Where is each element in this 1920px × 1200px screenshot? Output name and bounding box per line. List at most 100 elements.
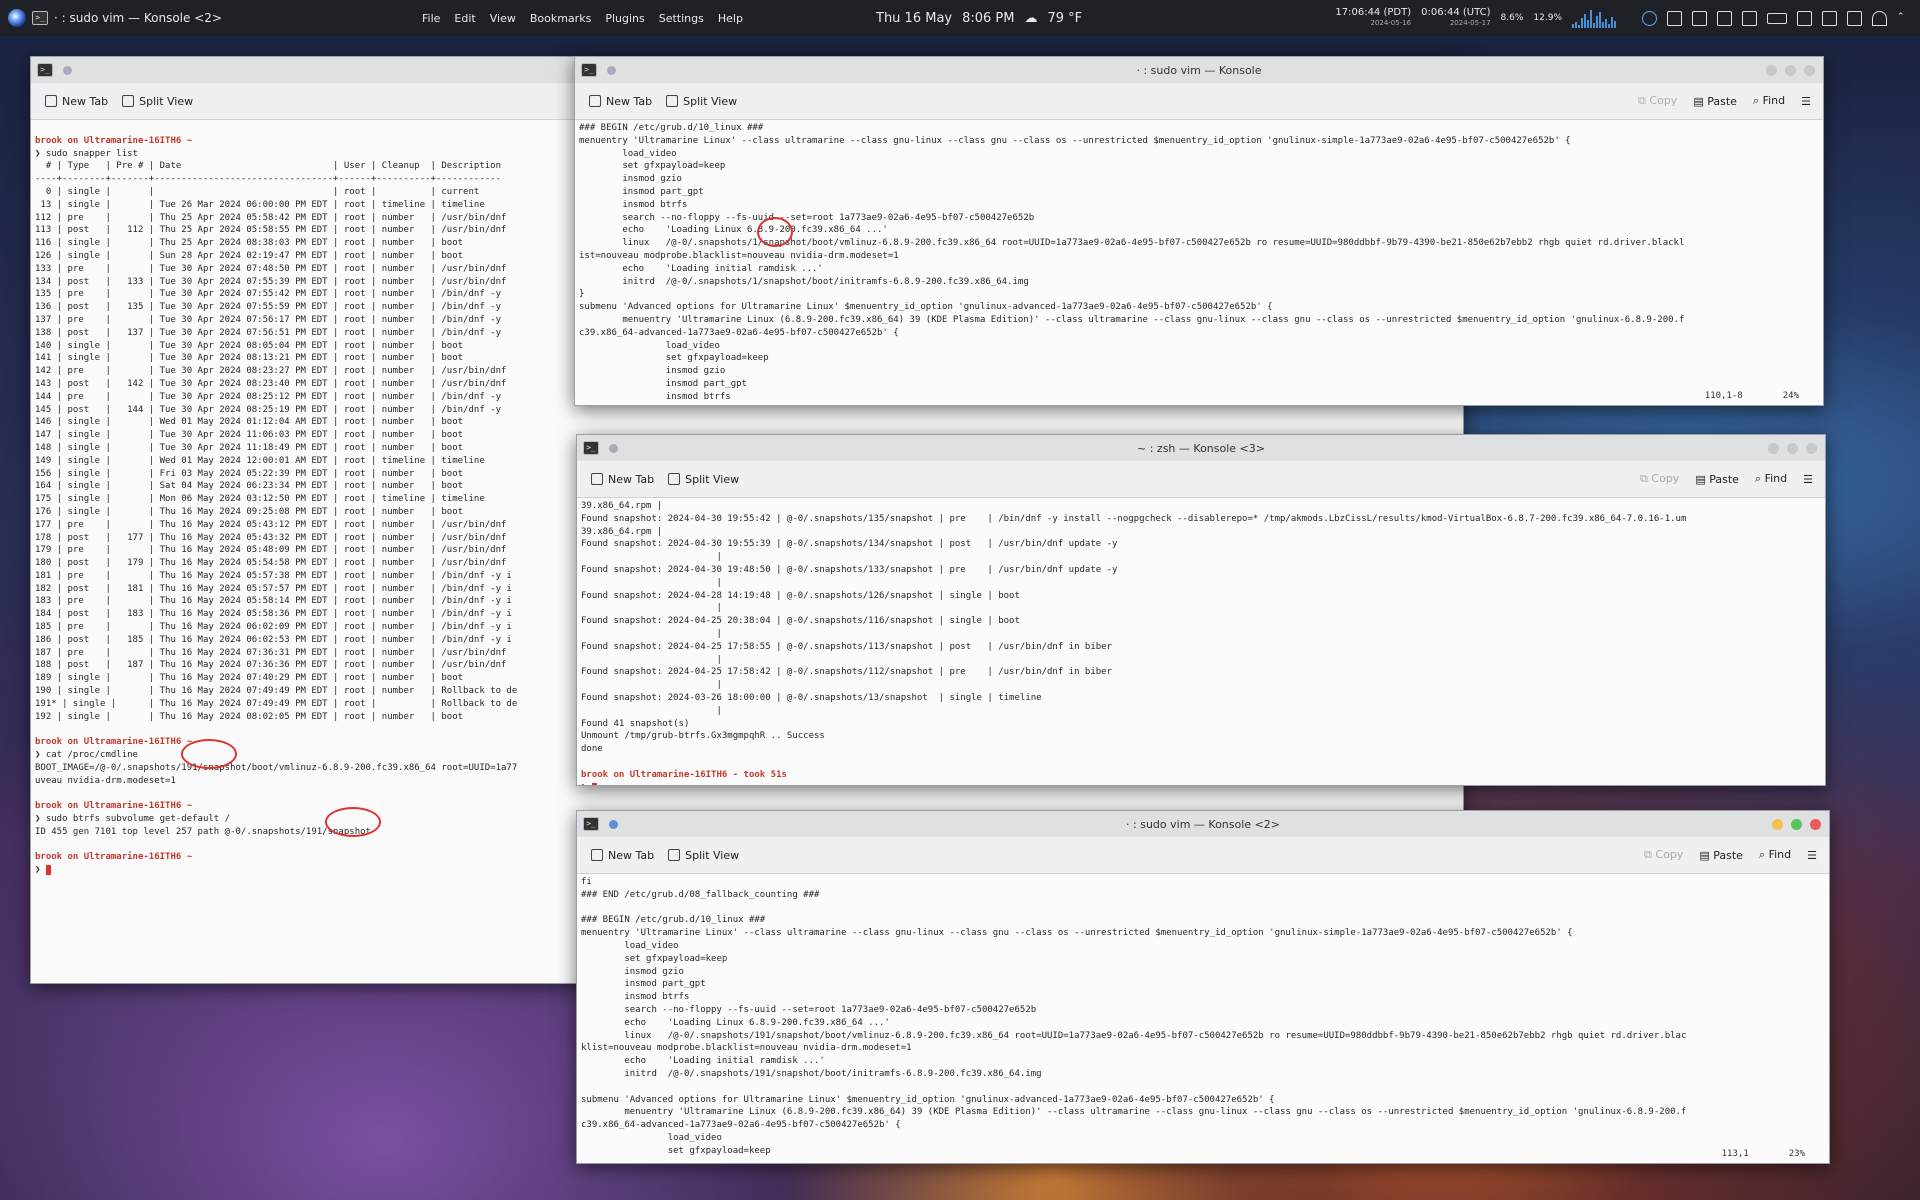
terminal-line: ### BEGIN /etc/grub.d/10_linux ### [579,123,764,133]
split-view-button[interactable]: Split View [668,849,739,862]
find-button[interactable]: ⌕ Find [1753,94,1785,108]
menu-plugins[interactable]: Plugins [605,12,644,25]
scroll-percent: 23% [1788,1149,1805,1159]
terminal-line: insmod btrfs [581,992,690,1003]
window-controls [1772,818,1821,830]
split-view-button[interactable]: Split View [668,473,739,486]
find-button[interactable]: ⌕ Find [1755,472,1787,486]
split-view-button[interactable]: Split View [122,95,193,108]
terminal-line: } [579,289,585,300]
maximize-button[interactable] [1785,64,1796,76]
titlebar[interactable]: >_ ~ : zsh — Konsole <3> [577,435,1825,461]
terminal-line: submenu 'Advanced options for Ultramarin… [581,1094,1275,1105]
toolbar: New Tab Split View ⧉ Copy ▤ Paste ⌕ Find… [575,83,1823,120]
paste-button[interactable]: ▤ Paste [1693,95,1737,108]
titlebar[interactable]: >_ · : sudo vim — Konsole [575,57,1823,83]
paste-button[interactable]: ▤ Paste [1695,473,1739,486]
window-controls [1768,442,1817,454]
menu-file[interactable]: File [422,12,440,25]
terminal-line: load_video [581,940,679,951]
copy-label: Copy [1651,472,1680,485]
terminal-line: | [581,680,722,691]
close-button[interactable] [1806,442,1817,454]
shield-icon[interactable] [1822,10,1837,26]
minimize-button[interactable] [1766,64,1777,76]
terminal-line: submenu 'Advanced options for Ultramarin… [579,302,1273,313]
terminal-line: | [581,577,722,588]
app-launcher-icon[interactable] [8,9,26,27]
terminal-line: ist=nouveau modprobe.blacklist=nouveau n… [579,250,899,261]
wifi-icon[interactable] [1872,10,1887,26]
new-tab-button[interactable]: New Tab [589,95,652,108]
titlebar[interactable]: >_ · : sudo vim — Konsole <2> [577,811,1829,837]
konsole-icon: >_ [32,11,48,25]
menu-edit[interactable]: Edit [454,12,475,25]
terminal-line: insmod btrfs [579,391,731,402]
battery-icon[interactable] [1767,12,1787,24]
new-tab-icon [591,849,603,861]
terminal-output[interactable]: fi ### END /etc/grub.d/08_fallback_counti… [577,874,1829,1163]
global-menu: File Edit View Bookmarks Plugins Setting… [422,0,743,36]
copy-button[interactable]: ⧉ Copy [1640,472,1679,486]
terminal-tray-icon[interactable] [1667,10,1682,26]
terminal-line: load_video [579,148,677,159]
terminal-line: klist=nouveau modprobe.blacklist=nouveau… [581,1043,912,1054]
expand-tray-icon[interactable]: ⌃ [1897,12,1910,25]
terminal-line: Found snapshot: 2024-04-25 20:38:04 | @-… [581,616,1020,627]
disk-icon[interactable] [1742,10,1757,26]
close-button[interactable] [1804,64,1815,76]
split-view-button[interactable]: Split View [666,95,737,108]
menu-help[interactable]: Help [718,12,743,25]
hamburger-menu-icon[interactable]: ☰ [1801,95,1811,108]
maximize-button[interactable] [1791,818,1802,830]
clock[interactable]: Thu 16 May 8:06 PM ☁ 79 °F [876,0,1082,36]
copy-button[interactable]: ⧉ Copy [1638,94,1677,108]
terminal-line: Found 41 snapshot(s) [581,718,690,729]
hamburger-menu-icon[interactable]: ☰ [1807,849,1817,862]
terminal-line: search --no-floppy --fs-uuid --set=root … [581,1004,1037,1015]
terminal-output[interactable]: 39.x86_64.rpm | Found snapshot: 2024-04-3… [577,498,1825,785]
minimize-button[interactable] [1768,442,1779,454]
hamburger-menu-icon[interactable]: ☰ [1803,473,1813,486]
mem-usage: 12.9% [1533,13,1562,23]
menu-bookmarks[interactable]: Bookmarks [530,12,591,25]
konsole-window-vim-bottom[interactable]: >_ · : sudo vim — Konsole <2> New Tab Sp… [576,810,1830,1164]
active-app[interactable]: >_ · : sudo vim — Konsole <2> [8,9,222,27]
tz-clock-utc: 0:06:44 (UTC) 2024-05-17 [1421,8,1490,28]
display-icon[interactable] [1797,10,1812,26]
paste-button[interactable]: ▤ Paste [1699,849,1743,862]
copy-button[interactable]: ⧉ Copy [1644,848,1683,862]
find-button[interactable]: ⌕ Find [1759,848,1791,862]
annotation-circle [181,739,237,769]
terminal-line: | [581,628,722,639]
terminal-line: done [581,744,603,755]
new-tab-label: New Tab [608,472,655,486]
new-tab-icon [591,473,603,485]
menu-settings[interactable]: Settings [659,12,704,25]
maximize-button[interactable] [1787,442,1798,454]
new-tab-button[interactable]: New Tab [591,473,654,486]
close-button[interactable] [1810,818,1821,830]
terminal-line: echo 'Loading initial ramdisk ...' [579,263,823,274]
konsole-window-vim-top[interactable]: >_ · : sudo vim — Konsole New Tab Split … [574,56,1824,406]
cursor [591,782,598,785]
new-tab-button[interactable]: New Tab [591,849,654,862]
split-view-label: Split View [685,472,740,486]
terminal-output[interactable]: ### BEGIN /etc/grub.d/10_linux ### menuen… [575,120,1823,405]
konsole-icon: >_ [37,63,53,77]
new-tab-button[interactable]: New Tab [45,95,108,108]
bluetooth-icon[interactable] [1642,10,1657,26]
bluetooth-status-icon[interactable] [1717,10,1732,26]
new-tab-icon [589,95,601,107]
annotation-circle [757,217,793,247]
volume-icon[interactable] [1847,10,1862,26]
konsole-window-zsh[interactable]: >_ ~ : zsh — Konsole <3> New Tab Split V… [576,434,1826,786]
menu-view[interactable]: View [490,12,516,25]
toolbar: New Tab Split View ⧉ Copy ▤ Paste ⌕ Find… [577,461,1825,498]
annotation-circle [325,807,381,837]
pin-icon[interactable] [63,65,72,75]
minimize-button[interactable] [1772,818,1783,830]
clipboard-icon[interactable] [1692,10,1707,26]
